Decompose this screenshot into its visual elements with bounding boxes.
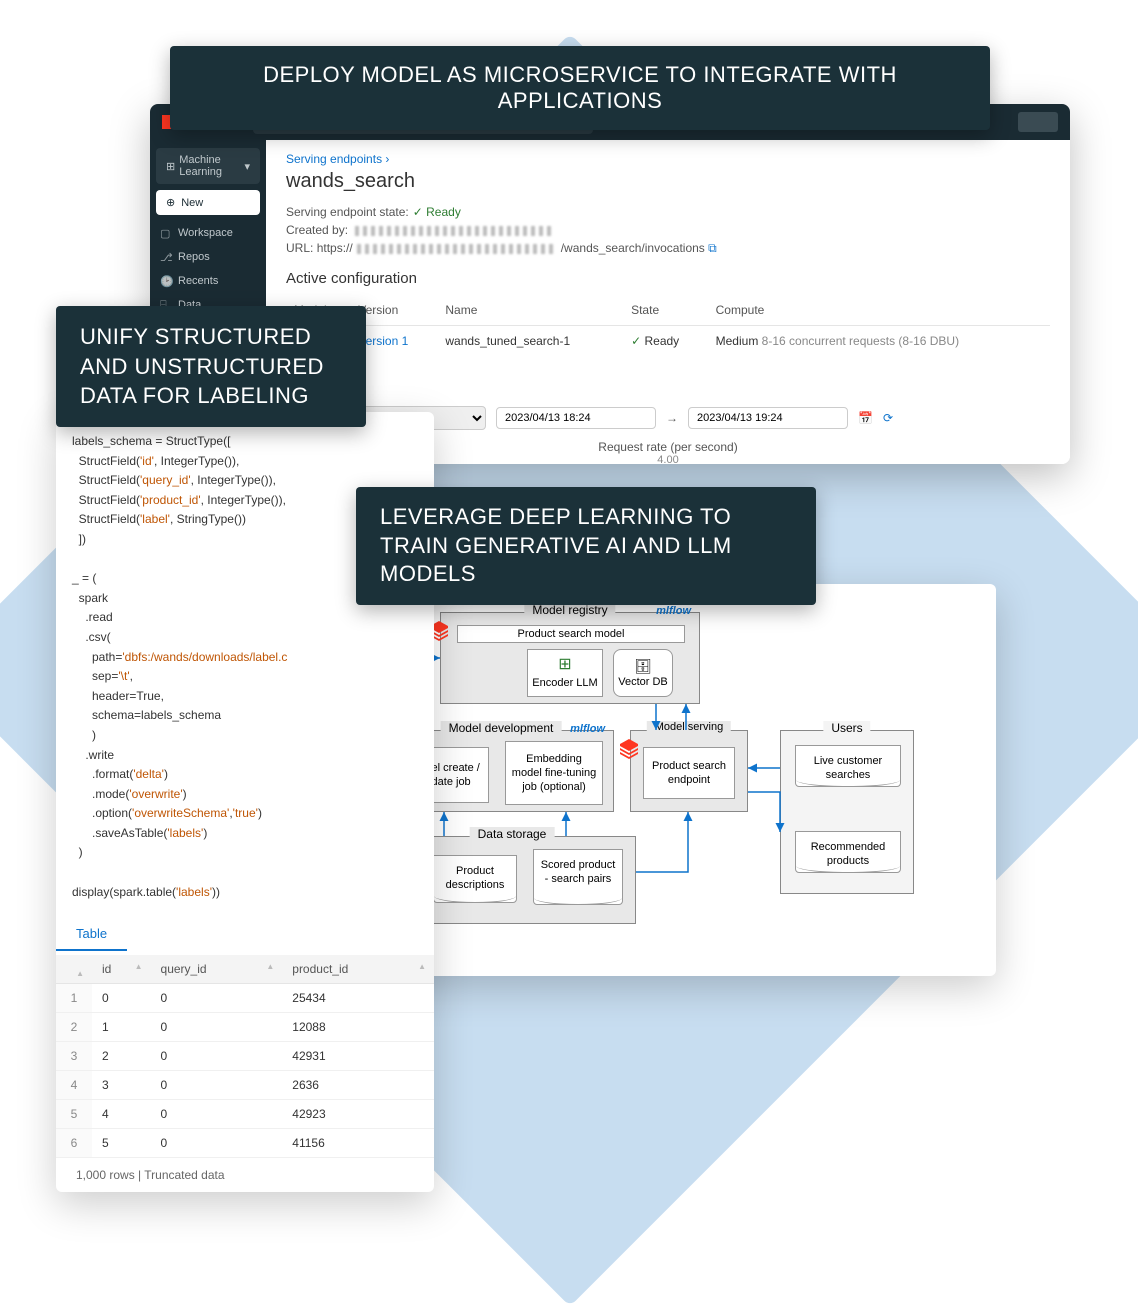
- encoder-llm: ⊞Encoder LLM: [527, 649, 603, 697]
- plus-icon: ⊕: [166, 196, 175, 209]
- arrow-icon: →: [666, 411, 678, 425]
- product-descriptions: Product descriptions: [433, 855, 517, 903]
- col-name[interactable]: Name: [437, 295, 623, 326]
- table-footer: 1,000 rows | Truncated data: [56, 1158, 434, 1192]
- page-title: wands_search: [286, 170, 1050, 193]
- ml-icon: ⊞: [166, 160, 175, 173]
- table-row[interactable]: Version 1 wands_tuned_search-1 Ready Med…: [286, 326, 1050, 357]
- product-search-model: Product search model: [457, 625, 685, 643]
- mlflow-logo: flow: [656, 605, 691, 617]
- table-row[interactable]: 65041156: [56, 1129, 434, 1158]
- table-tab[interactable]: Table: [56, 918, 127, 951]
- labels-table: idquery_idproduct_id 1002543421012088320…: [56, 955, 434, 1158]
- state-cell: Ready: [623, 326, 708, 357]
- workspace-selector[interactable]: ⊞Machine Learning ▾: [156, 148, 260, 184]
- table-row[interactable]: 54042923: [56, 1100, 434, 1129]
- sidebar-item-workspace[interactable]: ▢Workspace: [150, 221, 266, 245]
- endpoint-url: URL: https:///wands_search/invocations ⧉: [286, 241, 1050, 256]
- date-to[interactable]: [688, 407, 848, 429]
- active-config-heading: Active configuration: [286, 270, 1050, 287]
- col-idx[interactable]: [56, 955, 92, 984]
- sidebar-item-repos[interactable]: ⎇Repos: [150, 245, 266, 269]
- clock-icon: 🕑: [160, 275, 172, 287]
- box-users: Users Live customer searches Recommended…: [780, 730, 914, 894]
- banner-leverage: LEVERAGE DEEP LEARNING TO TRAIN GENERATI…: [356, 487, 816, 605]
- chevron-down-icon: ▾: [244, 160, 250, 173]
- search-endpoint: Product search endpoint: [643, 747, 735, 799]
- chip-icon: ⊞: [558, 655, 571, 676]
- calendar-icon[interactable]: 📅: [858, 411, 873, 425]
- workspace-icon: ▢: [160, 227, 172, 239]
- database-icon: 🗄: [634, 657, 652, 675]
- databricks-icon: [617, 737, 641, 761]
- reload-icon[interactable]: ⟳: [883, 411, 893, 425]
- banner-unify: UNIFY STRUCTURED AND UNSTRUCTURED DATA F…: [56, 306, 366, 427]
- breadcrumb[interactable]: Serving endpoints ›: [286, 152, 1050, 166]
- models-table: Model Version Name State Compute Version…: [286, 295, 1050, 356]
- table-row[interactable]: 4302636: [56, 1071, 434, 1100]
- copy-icon[interactable]: ⧉: [708, 241, 717, 255]
- date-from[interactable]: [496, 407, 656, 429]
- vector-db: 🗄Vector DB: [613, 649, 673, 697]
- recommended-products: Recommended products: [795, 831, 901, 873]
- diagram-panel: Model registry flow Product search model…: [356, 584, 996, 976]
- col-id[interactable]: id: [92, 955, 151, 984]
- model-name-cell: wands_tuned_search-1: [437, 326, 623, 357]
- banner-deploy: DEPLOY MODEL AS MICROSERVICE TO INTEGRAT…: [170, 46, 990, 130]
- col-product_id[interactable]: product_id: [282, 955, 434, 984]
- user-avatar[interactable]: [1018, 112, 1058, 132]
- box-model-registry: Model registry flow Product search model…: [440, 612, 700, 704]
- created-by: Created by:: [286, 223, 1050, 237]
- scored-pairs: Scored product - search pairs: [533, 849, 623, 905]
- box-model-serving: Model serving Product search endpoint: [630, 730, 748, 812]
- col-query_id[interactable]: query_id: [151, 955, 283, 984]
- new-button[interactable]: ⊕New: [156, 190, 260, 215]
- mlflow-logo: flow: [570, 723, 605, 735]
- col-state[interactable]: State: [623, 295, 708, 326]
- sidebar-item-recents[interactable]: 🕑Recents: [150, 269, 266, 293]
- endpoint-state: Serving endpoint state:Ready: [286, 205, 1050, 219]
- compute-cell: Medium 8-16 concurrent requests (8-16 DB…: [708, 326, 1050, 357]
- table-row[interactable]: 21012088: [56, 1013, 434, 1042]
- repos-icon: ⎇: [160, 251, 172, 263]
- finetune-job: Embedding model fine-tuning job (optiona…: [505, 741, 603, 805]
- col-compute[interactable]: Compute: [708, 295, 1050, 326]
- table-row[interactable]: 32042931: [56, 1042, 434, 1071]
- table-row[interactable]: 10025434: [56, 984, 434, 1013]
- live-searches: Live customer searches: [795, 745, 901, 787]
